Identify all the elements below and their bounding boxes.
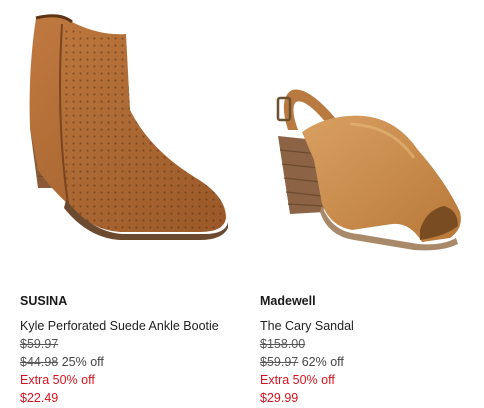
product-brand[interactable]: Madewell <box>260 294 316 308</box>
discount-percent: 62% off <box>301 355 344 369</box>
extra-offer: Extra 50% off <box>20 373 95 387</box>
compare-price: $44.98 <box>20 355 59 369</box>
ankle-bootie-image <box>29 14 228 240</box>
product-name[interactable]: The Cary Sandal <box>260 319 354 333</box>
final-price: $29.99 <box>260 391 299 405</box>
product-card[interactable]: Madewell The Cary Sandal $158.00 $59.97 … <box>242 0 482 408</box>
compare-price-line: $44.98 25% off <box>20 355 104 369</box>
product-image[interactable] <box>242 0 482 280</box>
original-price: $59.97 <box>20 337 59 351</box>
product-brand[interactable]: SUSINA <box>20 294 67 308</box>
final-price: $22.49 <box>20 391 59 405</box>
product-image[interactable] <box>0 0 240 280</box>
extra-offer: Extra 50% off <box>260 373 335 387</box>
original-price: $158.00 <box>260 337 306 351</box>
compare-price: $59.97 <box>260 355 299 369</box>
product-name[interactable]: Kyle Perforated Suede Ankle Bootie <box>20 319 219 333</box>
discount-percent: 25% off <box>61 355 104 369</box>
product-card[interactable]: SUSINA Kyle Perforated Suede Ankle Booti… <box>0 0 240 408</box>
compare-price-line: $59.97 62% off <box>260 355 344 369</box>
slingback-sandal-image <box>276 89 461 251</box>
